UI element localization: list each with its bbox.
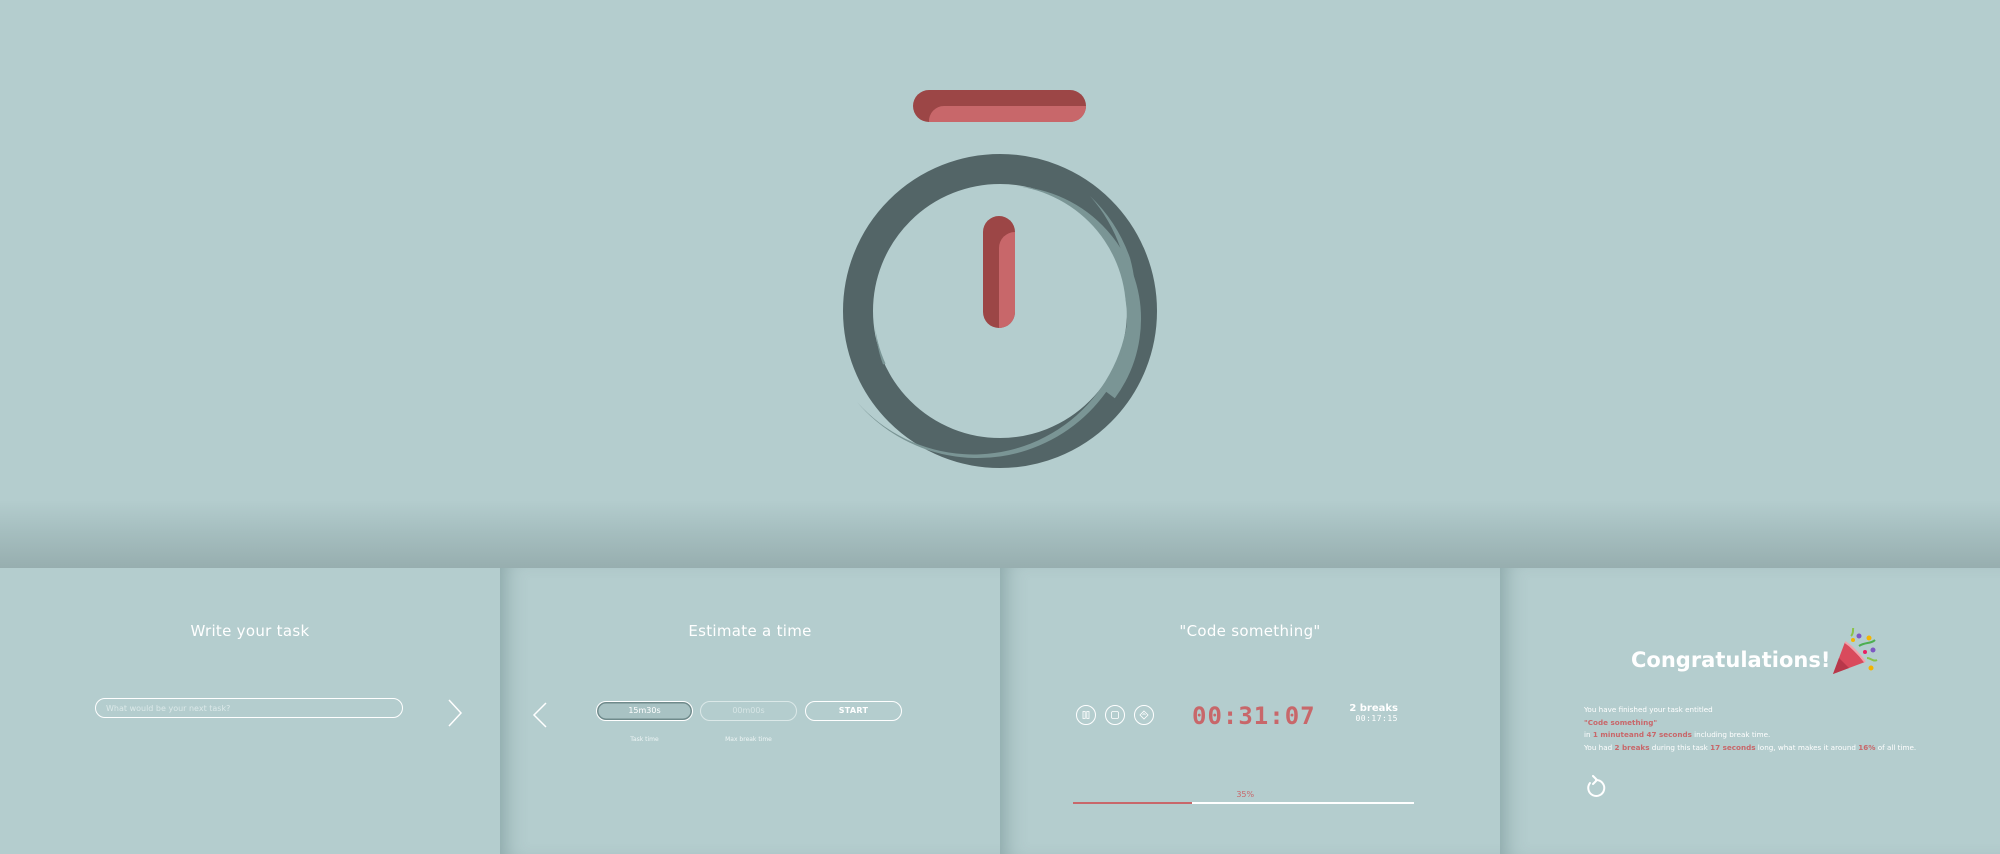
panel-heading: Write your task (190, 622, 310, 640)
task-title: "Code something" (1179, 622, 1321, 640)
pause-button[interactable] (1076, 705, 1096, 725)
summary-breaks: 2 breaks (1614, 742, 1650, 752)
congratulations-heading: Congratulations! (1631, 648, 1831, 672)
task-input[interactable] (95, 698, 403, 718)
panel-finished: Congratulations! You have finished your … (1500, 568, 2000, 854)
summary-break-percent: 16% (1858, 742, 1876, 752)
task-time-input[interactable]: 15m30s (596, 701, 693, 721)
chevron-right-icon[interactable] (446, 698, 464, 728)
reset-icon (1139, 710, 1149, 720)
summary-duration: 1 minuteand 47 seconds (1592, 730, 1692, 740)
stopwatch-illustration (843, 90, 1157, 468)
progress-bar (1073, 802, 1414, 804)
hero-stopwatch (0, 0, 2000, 568)
completion-summary: You have finished your task entitled "Co… (1584, 704, 1924, 754)
breaks-count: 2 breaks (1349, 703, 1398, 714)
summary-you-had: You had (1584, 742, 1613, 752)
pause-icon (1082, 711, 1090, 719)
breaks-time: 00:17:15 (1355, 714, 1398, 723)
summary-break-length: 17 seconds (1710, 742, 1756, 752)
progress-bar-fill (1073, 802, 1193, 804)
max-break-time-input[interactable]: 00m00s (700, 701, 797, 721)
task-time-label: Task time (630, 736, 659, 743)
panel-estimate-time: Estimate a time 15m30s 00m00s START Task… (500, 568, 1000, 854)
panel-running-task: "Code something" 00:31:07 2 breaks 00:17… (1000, 568, 1500, 854)
summary-line-1: You have finished your task entitled (1584, 705, 1713, 714)
summary-during: during this task (1651, 742, 1708, 752)
panel-heading: Estimate a time (688, 622, 812, 640)
summary-long: long, what makes it around (1757, 742, 1856, 752)
summary-including: including break time. (1694, 730, 1771, 740)
stopwatch-button-icon (913, 90, 1086, 122)
restart-icon[interactable] (1584, 775, 1606, 799)
party-popper-icon (1833, 628, 1878, 674)
panel-write-task: Write your task (0, 568, 500, 854)
stopwatch-hand-icon (983, 216, 1015, 328)
summary-in: in (1584, 730, 1591, 740)
timer-display: 00:31:07 (1192, 702, 1316, 730)
stop-button[interactable] (1105, 705, 1125, 725)
breaks-summary: 2 breaks 00:17:15 (1348, 703, 1398, 723)
start-button[interactable]: START (805, 701, 902, 721)
summary-task-name: "Code something" (1584, 717, 1658, 727)
summary-of-all-time: of all time. (1877, 742, 1917, 752)
reset-button[interactable] (1134, 705, 1154, 725)
max-break-time-label: Max break time (725, 736, 772, 743)
stop-icon (1111, 711, 1119, 719)
chevron-left-icon[interactable] (532, 701, 548, 729)
progress-label: 35% (1236, 790, 1255, 799)
